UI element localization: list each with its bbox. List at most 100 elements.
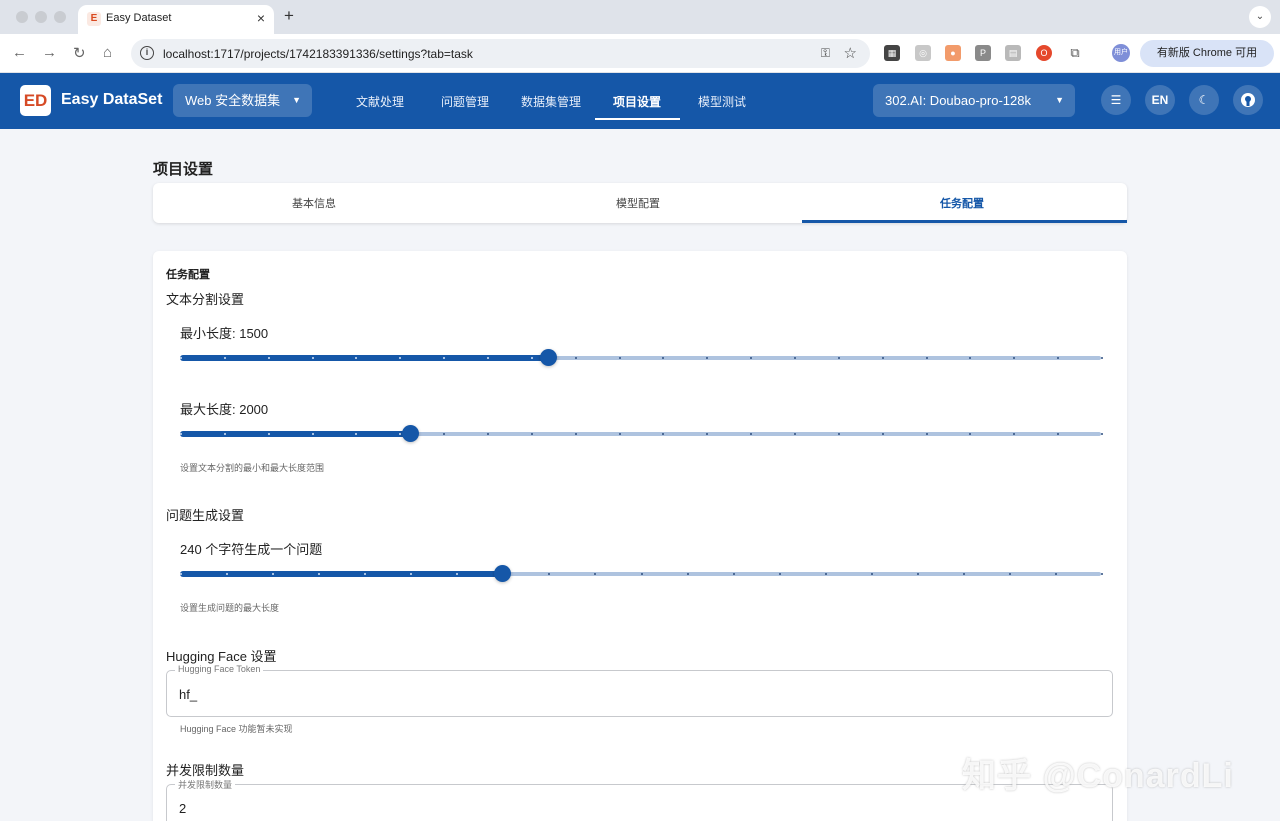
huggingface-token-field[interactable]: Hugging Face Token hf_ — [166, 664, 1113, 717]
card-title: 任务配置 — [166, 269, 210, 281]
github-icon[interactable] — [1233, 85, 1263, 115]
huggingface-title: Hugging Face 设置 — [166, 649, 277, 664]
slider-tick — [1008, 573, 1011, 575]
slider-tick — [881, 357, 884, 359]
slider-tick — [223, 357, 226, 359]
model-selector[interactable]: 302.AI: Doubao-pro-128k ▼ — [873, 84, 1075, 117]
profile-avatar[interactable]: 用户 — [1112, 44, 1130, 62]
slider-tick — [793, 357, 796, 359]
slider-tick — [486, 433, 489, 435]
max-length-slider[interactable] — [180, 425, 1103, 442]
slider-thumb[interactable] — [540, 349, 558, 366]
slider-tick — [530, 357, 533, 359]
min-length-slider[interactable] — [180, 349, 1103, 366]
slider-tick — [870, 573, 873, 575]
model-selector-label: 302.AI: Doubao-pro-128k — [885, 93, 1031, 108]
huggingface-helper: Hugging Face 功能暂未实现 — [180, 724, 293, 734]
slider-track — [180, 571, 503, 577]
caret-down-icon: ▼ — [1055, 95, 1064, 105]
question-gen-slider[interactable] — [180, 565, 1103, 582]
browser-toolbar: ← → ↻ ⌂ i localhost:1717/projects/174218… — [0, 34, 1280, 73]
nav-project-settings[interactable]: 项目设置 — [613, 93, 661, 110]
slider-tick — [574, 357, 577, 359]
active-tab-indicator — [802, 220, 1127, 223]
site-info-icon[interactable]: i — [140, 46, 154, 60]
min-length-label: 最小长度: 1500 — [180, 326, 269, 341]
browser-tab-title: Easy Dataset — [106, 12, 172, 24]
slider-tick — [1054, 573, 1057, 575]
nav-model-test[interactable]: 模型测试 — [698, 93, 746, 110]
slider-tick — [837, 433, 840, 435]
back-arrow-icon[interactable]: ← — [12, 44, 27, 61]
extension-icon[interactable]: ● — [945, 45, 961, 61]
forward-arrow-icon[interactable]: → — [42, 44, 57, 61]
project-selector-label: Web 安全数据集 — [185, 93, 281, 108]
concurrency-title: 并发限制数量 — [166, 763, 245, 778]
window-close-dot[interactable] — [16, 11, 28, 23]
browser-tabstrip: E Easy Dataset × + ⌄ — [0, 0, 1280, 34]
extension-icon[interactable]: ◎ — [915, 45, 931, 61]
brand-name: Easy DataSet — [61, 91, 163, 108]
max-length-label: 最大长度: 2000 — [180, 402, 269, 417]
tab-model-config[interactable]: 模型配置 — [616, 195, 660, 211]
tab-task-config[interactable]: 任务配置 — [940, 195, 984, 211]
slider-tick — [1101, 433, 1103, 435]
dark-mode-moon-icon[interactable]: ☾ — [1189, 85, 1219, 115]
slider-tick — [778, 573, 781, 575]
slider-tick — [618, 433, 621, 435]
slider-tick — [180, 573, 182, 575]
concurrency-value[interactable]: 2 — [179, 801, 186, 816]
question-gen-helper: 设置生成问题的最大长度 — [180, 603, 280, 613]
slider-tick — [837, 357, 840, 359]
page-title: 项目设置 — [153, 161, 214, 178]
favicon-icon: E — [87, 12, 101, 26]
slider-tick — [311, 357, 314, 359]
language-button[interactable]: EN — [1145, 85, 1175, 115]
close-tab-icon[interactable]: × — [257, 10, 265, 26]
slider-tick — [824, 573, 827, 575]
extensions-puzzle-icon[interactable]: ⧉ — [1067, 45, 1083, 61]
caret-down-icon: ▼ — [292, 95, 301, 105]
tab-basic-info[interactable]: 基本信息 — [292, 195, 336, 211]
extension-icon[interactable]: ▦ — [884, 45, 900, 61]
slider-tick — [732, 573, 735, 575]
nav-datasets[interactable]: 数据集管理 — [521, 93, 581, 110]
question-gen-title: 问题生成设置 — [166, 508, 245, 523]
slider-track — [180, 355, 549, 361]
slider-thumb[interactable] — [402, 425, 420, 442]
question-gen-label: 240 个字符生成一个问题 — [180, 542, 323, 557]
slider-tick — [618, 357, 621, 359]
slider-tick — [793, 433, 796, 435]
list-menu-icon[interactable]: ☰ — [1101, 85, 1131, 115]
slider-tick — [925, 433, 928, 435]
slider-tick — [1101, 573, 1103, 575]
tab-search-chevron-icon[interactable]: ⌄ — [1249, 6, 1271, 28]
address-bar[interactable]: i localhost:1717/projects/1742183391336/… — [131, 39, 870, 68]
slider-track — [180, 431, 411, 437]
chrome-update-button[interactable]: 有新版 Chrome 可用 — [1140, 40, 1274, 67]
project-selector[interactable]: Web 安全数据集 ▼ — [173, 84, 312, 117]
extension-icon[interactable]: O — [1036, 45, 1052, 61]
slider-tick — [916, 573, 919, 575]
url-text[interactable]: localhost:1717/projects/1742183391336/se… — [163, 47, 473, 61]
browser-tab[interactable]: E Easy Dataset × — [78, 5, 274, 34]
password-key-icon[interactable]: ⚿ — [821, 46, 830, 61]
window-minimize-dot[interactable] — [35, 11, 47, 23]
slider-tick — [962, 573, 965, 575]
huggingface-token-label: Hugging Face Token — [175, 664, 264, 674]
home-icon[interactable]: ⌂ — [103, 44, 112, 61]
text-split-helper: 设置文本分割的最小和最大长度范围 — [180, 463, 325, 473]
nav-questions[interactable]: 问题管理 — [441, 93, 489, 110]
slider-tick — [180, 433, 182, 435]
slider-tick — [1101, 357, 1103, 359]
slider-tick — [640, 573, 643, 575]
extension-icon[interactable]: P — [975, 45, 991, 61]
nav-literature[interactable]: 文献处理 — [356, 93, 404, 110]
new-tab-icon[interactable]: + — [284, 6, 294, 26]
huggingface-token-value[interactable]: hf_ — [179, 687, 197, 702]
window-zoom-dot[interactable] — [54, 11, 66, 23]
reload-icon[interactable]: ↻ — [73, 44, 86, 62]
bookmark-star-icon[interactable]: ☆ — [844, 44, 857, 62]
slider-thumb[interactable] — [494, 565, 512, 582]
extension-icon[interactable]: ▤ — [1005, 45, 1021, 61]
